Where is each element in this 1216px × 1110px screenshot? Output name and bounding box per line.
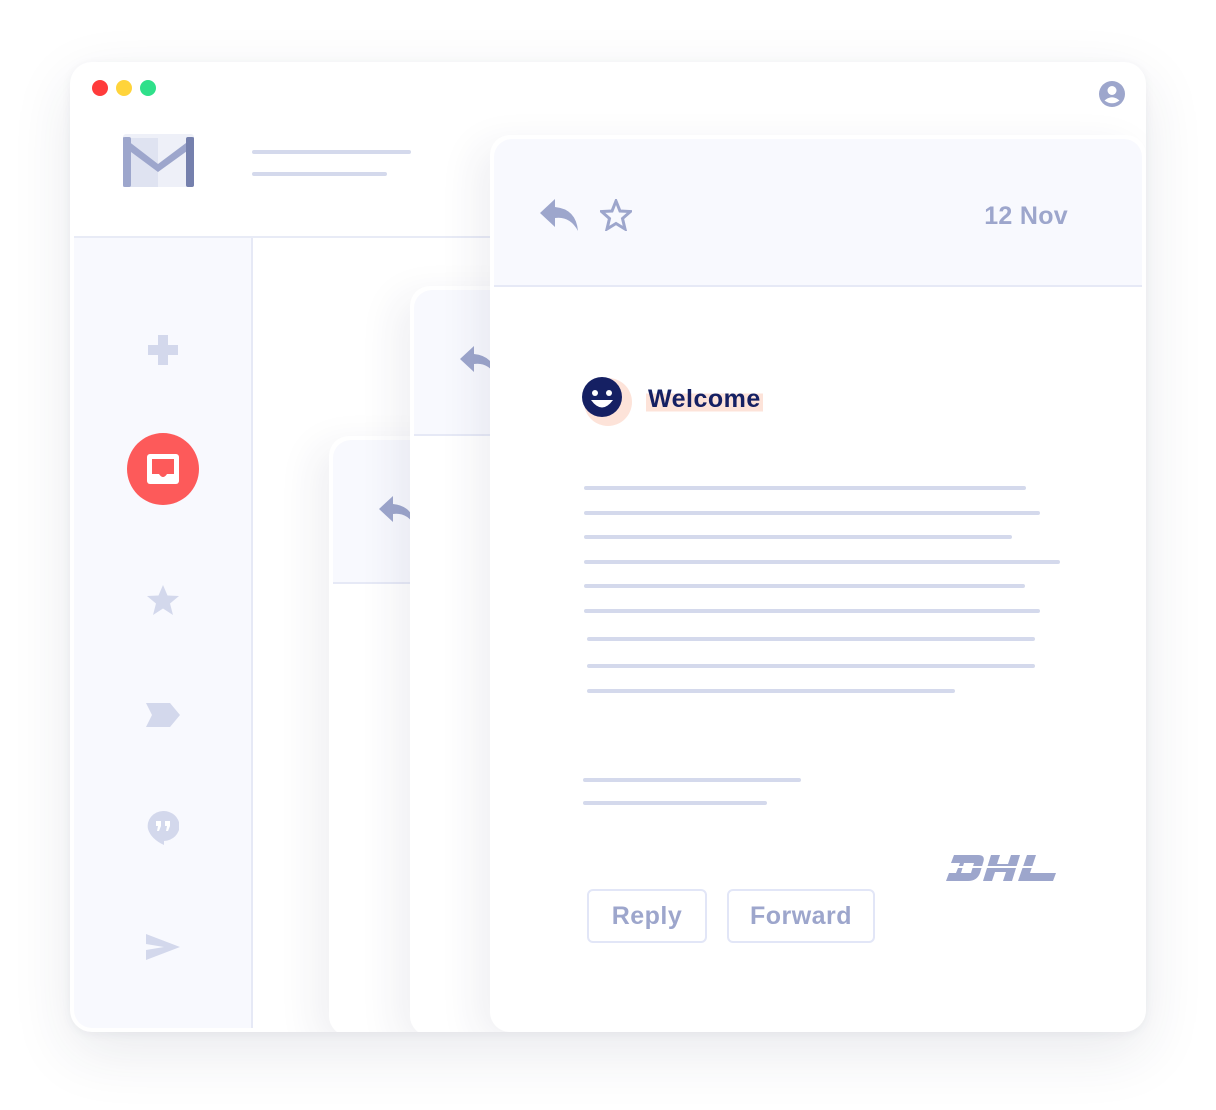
account-circle-icon[interactable] xyxy=(1098,80,1126,108)
sidebar-item-sent[interactable] xyxy=(143,928,183,968)
sidebar-item-inbox[interactable] xyxy=(126,433,199,505)
email-card-open: 12 Nov Welcome Reply Forward xyxy=(490,135,1146,1032)
header-placeholder-line xyxy=(252,150,411,154)
signature-line xyxy=(583,778,801,782)
sidebar xyxy=(74,238,253,1028)
plus-icon xyxy=(147,335,178,365)
window-controls xyxy=(92,80,156,96)
body-text-line xyxy=(584,560,1060,564)
dhl-logo xyxy=(946,855,1056,881)
sidebar-item-starred[interactable] xyxy=(143,580,183,620)
smiley-face-icon xyxy=(582,377,632,426)
body-text-line xyxy=(584,584,1025,588)
label-icon xyxy=(145,703,180,727)
reply-icon[interactable] xyxy=(540,199,578,231)
star-outline-icon[interactable] xyxy=(600,199,632,231)
forward-button[interactable]: Forward xyxy=(727,889,875,943)
body-text-line xyxy=(584,511,1040,515)
star-icon xyxy=(146,585,179,615)
gmail-logo xyxy=(123,134,194,187)
email-subject: Welcome xyxy=(646,385,763,414)
header-placeholder-line xyxy=(252,172,387,176)
signature-line xyxy=(583,801,767,805)
body-text-line xyxy=(584,609,1040,613)
sidebar-item-chat[interactable] xyxy=(143,808,183,848)
sidebar-item-labels[interactable] xyxy=(143,695,183,735)
body-text-line xyxy=(587,637,1035,641)
email-header: 12 Nov xyxy=(494,139,1142,287)
chat-quote-icon xyxy=(147,811,179,845)
email-date: 12 Nov xyxy=(984,202,1068,230)
body-text-line xyxy=(584,486,1026,490)
close-window-button[interactable] xyxy=(92,80,108,96)
body-text-line xyxy=(587,664,1035,668)
mail-app-window: 12 Nov Welcome Reply Forward xyxy=(70,62,1146,1032)
reply-button[interactable]: Reply xyxy=(587,889,707,943)
body-text-line xyxy=(587,689,955,693)
send-icon xyxy=(145,934,180,960)
maximize-window-button[interactable] xyxy=(140,80,156,96)
minimize-window-button[interactable] xyxy=(116,80,132,96)
inbox-icon xyxy=(146,454,179,484)
sidebar-item-compose[interactable] xyxy=(143,330,183,370)
body-text-line xyxy=(584,535,1012,539)
